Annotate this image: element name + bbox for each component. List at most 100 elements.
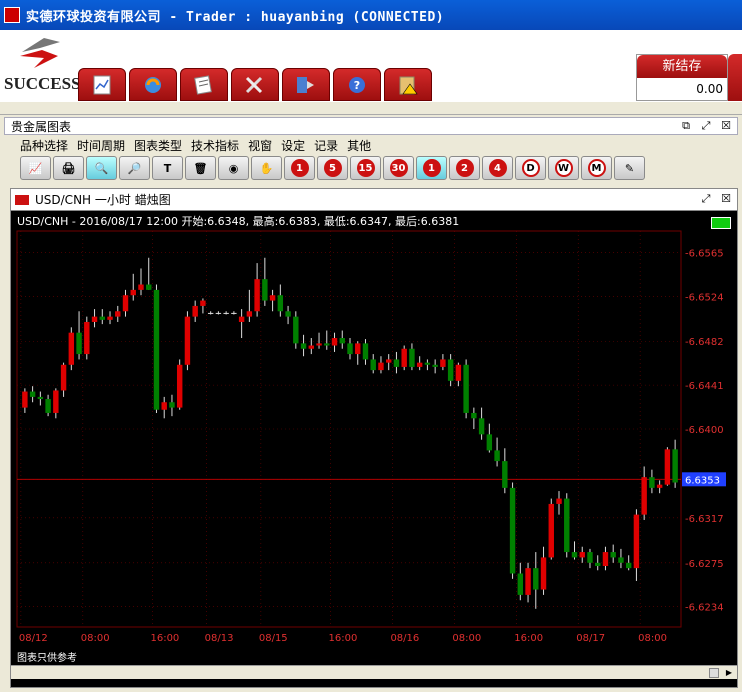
- candle-body: [115, 311, 121, 317]
- connection-indicator: [711, 217, 731, 229]
- alert-clipboard-icon: [396, 74, 420, 96]
- candle-body: [471, 412, 477, 419]
- menu-item[interactable]: 视窗: [248, 137, 272, 154]
- candle-body: [37, 396, 44, 400]
- candle-body: [192, 305, 198, 317]
- period-month-button[interactable]: M: [581, 156, 612, 180]
- balance-label: 新结存: [637, 55, 727, 78]
- candle-body: [130, 289, 136, 296]
- x-tick-label: 08/17: [576, 633, 605, 644]
- balance-value: 0.00: [696, 82, 723, 96]
- period-4h-button[interactable]: 4: [482, 156, 513, 180]
- next-panel-tab[interactable]: [728, 54, 742, 101]
- chart-window-icon: [15, 194, 29, 205]
- period-4h-icon: 4: [488, 159, 507, 177]
- candle-body: [200, 300, 206, 306]
- delete-icon: 🗑: [193, 161, 208, 175]
- zoom-out-button[interactable]: 🔎: [119, 156, 150, 180]
- chart-restore-icon[interactable]: ⤢: [699, 192, 713, 206]
- help-icon: ?: [345, 74, 369, 96]
- candle-body: [486, 434, 493, 451]
- scroll-right-icon[interactable]: ▶: [723, 667, 735, 679]
- candle-body: [509, 487, 516, 574]
- period-15m-button[interactable]: 15: [350, 156, 381, 180]
- period-day-icon: D: [521, 159, 540, 177]
- candle-body: [84, 321, 90, 355]
- period-5m-icon: 5: [323, 159, 342, 177]
- candlestick-chart[interactable]: -6.6565 -6.6524 -6.6482 -6.6441 -6.6400 -6.63…: [11, 189, 737, 665]
- candle-body: [22, 391, 28, 408]
- pen-icon: ✎: [624, 161, 635, 175]
- candle-body: [401, 348, 407, 367]
- menu-item[interactable]: 记录: [314, 137, 338, 154]
- menu-item[interactable]: 品种选择: [20, 137, 68, 154]
- scroll-thumb[interactable]: [709, 668, 719, 678]
- candle-body: [300, 343, 307, 349]
- candle-body: [424, 362, 431, 365]
- balance-box: 新结存 0.00: [636, 54, 728, 101]
- candle-body: [68, 332, 75, 365]
- period-2h-button[interactable]: 2: [449, 156, 480, 180]
- period-5m-button[interactable]: 5: [317, 156, 348, 180]
- candle-body: [324, 343, 330, 346]
- toolbar-tools-button[interactable]: [231, 68, 279, 101]
- candle-body: [455, 364, 462, 381]
- x-tick-label: 08:00: [452, 633, 481, 644]
- toolbar-refresh-button[interactable]: [129, 68, 177, 101]
- y-tick-label: -6.6275: [685, 559, 724, 570]
- toolbar-notes-button[interactable]: [180, 68, 228, 101]
- period-1m-button[interactable]: 1: [284, 156, 315, 180]
- menu-item[interactable]: 技术指标: [191, 137, 239, 154]
- menu-item[interactable]: 时间周期: [77, 137, 125, 154]
- candle-body: [107, 316, 113, 320]
- pen-button[interactable]: ✎: [614, 156, 645, 180]
- chart-menubar: 品种选择 时间周期 图表类型 技术指标 视窗 设定 记录 其他: [20, 137, 371, 154]
- candle-body: [656, 484, 663, 488]
- menu-item[interactable]: 图表类型: [134, 137, 182, 154]
- period-30m-button[interactable]: 30: [383, 156, 414, 180]
- restore-icon[interactable]: ⧉: [679, 119, 693, 133]
- candle-body: [556, 498, 562, 504]
- candle-body: [540, 557, 547, 590]
- toolbar-export-button[interactable]: [282, 68, 330, 101]
- maximize-icon[interactable]: ⤢: [699, 119, 713, 133]
- period-day-button[interactable]: D: [515, 156, 546, 180]
- line-chart-button[interactable]: 📈: [20, 156, 51, 180]
- candle-body: [595, 562, 601, 566]
- panel-title: 贵金属图表: [11, 119, 72, 134]
- text-tool-button[interactable]: T: [152, 156, 183, 180]
- period-30m-icon: 30: [389, 159, 408, 177]
- candle-body: [672, 449, 678, 483]
- hand-button[interactable]: ✋: [251, 156, 282, 180]
- record-button[interactable]: ◉: [218, 156, 249, 180]
- success-logo-icon: [20, 38, 60, 68]
- text-tool-icon: T: [163, 161, 172, 175]
- candle-body: [238, 316, 245, 322]
- delete-button[interactable]: 🗑: [185, 156, 216, 180]
- candle-body: [176, 364, 183, 408]
- chart-close-icon[interactable]: ☒: [719, 192, 733, 206]
- candle-body: [316, 343, 322, 346]
- toolbar-alert-button[interactable]: [384, 68, 432, 101]
- candle-body: [184, 316, 191, 365]
- close-icon[interactable]: ☒: [719, 119, 733, 133]
- candle-body: [587, 552, 593, 563]
- chart-scrollbar[interactable]: ▶: [11, 665, 737, 679]
- candle-body: [416, 362, 423, 367]
- candle-body: [649, 477, 655, 488]
- zoom-in-button[interactable]: 🔍: [86, 156, 117, 180]
- logo-text: SUCCESS: [4, 74, 81, 93]
- y-tick-label: -6.6482: [685, 337, 724, 348]
- period-1h-button[interactable]: 1: [416, 156, 447, 180]
- chart-toolbar: 📈 🖨 🔍 🔎 T 🗑 ◉ ✋ 1 5 15 30 1 2 4 D W M ✎: [20, 156, 645, 180]
- refresh-icon: [141, 74, 165, 96]
- toolbar-chart-button[interactable]: [78, 68, 126, 101]
- chart-window-title: USD/CNH 一小时 蜡烛图: [35, 193, 171, 207]
- menu-item[interactable]: 其他: [347, 137, 371, 154]
- period-week-button[interactable]: W: [548, 156, 579, 180]
- menu-item[interactable]: 设定: [281, 137, 305, 154]
- toolbar-help-button[interactable]: ?: [333, 68, 381, 101]
- print-button[interactable]: 🖨: [53, 156, 84, 180]
- candle-body: [339, 338, 345, 344]
- candle-body: [254, 279, 260, 312]
